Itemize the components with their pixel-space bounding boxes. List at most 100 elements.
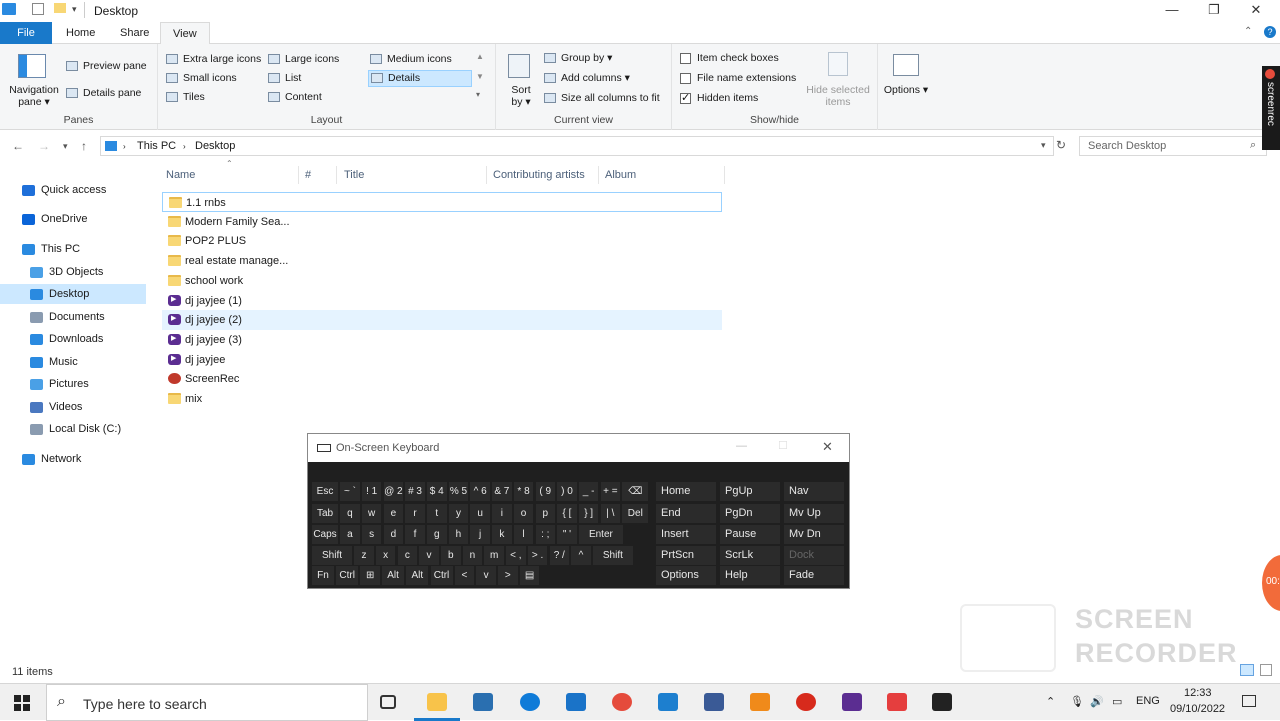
item-check-boxes-toggle[interactable]: Item check boxes xyxy=(680,52,779,64)
taskbar-search-input[interactable]: Type here to search xyxy=(83,696,207,712)
nav-item-documents[interactable]: Documents xyxy=(0,307,146,327)
osk-key[interactable]: Enter xyxy=(578,525,623,544)
osk-nav-key[interactable]: Help xyxy=(720,566,780,585)
preview-pane-button[interactable]: Preview pane xyxy=(66,60,147,72)
layout-scroll-down-icon[interactable]: ▼ xyxy=(476,72,484,81)
osk-key[interactable]: ! 1 xyxy=(361,482,382,501)
options-button[interactable]: Options ▾ xyxy=(882,84,930,96)
vlc-icon[interactable] xyxy=(750,693,770,711)
file-row[interactable]: dj jayjee (1) xyxy=(162,290,722,311)
extra-large-icons-option[interactable]: Extra large icons xyxy=(166,53,261,65)
osk-key[interactable]: s xyxy=(361,525,382,544)
osk-key[interactable]: $ 4 xyxy=(427,482,447,501)
osk-key[interactable]: & 7 xyxy=(492,482,512,501)
details-view-icon[interactable] xyxy=(1240,664,1254,676)
column-title[interactable]: Title xyxy=(344,169,364,181)
osk-key[interactable]: h xyxy=(448,525,469,544)
add-columns-button[interactable]: Add columns ▾ xyxy=(544,72,630,84)
osk-nav-key[interactable]: Dock xyxy=(784,546,844,565)
terminal-icon[interactable] xyxy=(932,693,952,711)
osk-key[interactable]: e xyxy=(383,504,404,523)
osk-key[interactable]: % 5 xyxy=(448,482,469,501)
tab-share[interactable]: Share xyxy=(108,22,161,44)
clock-time[interactable]: 12:33 xyxy=(1184,687,1212,699)
osk-key[interactable]: i xyxy=(492,504,512,523)
osk-close-button[interactable]: ✕ xyxy=(822,439,833,455)
osk-nav-key[interactable]: Home xyxy=(656,482,716,501)
search-box[interactable]: Search Desktop ⌕ xyxy=(1079,136,1267,156)
crumb-separator-icon[interactable]: › xyxy=(123,142,126,151)
osk-nav-key[interactable]: Options xyxy=(656,566,716,585)
vscode-icon[interactable] xyxy=(658,693,678,711)
osk-key[interactable]: < xyxy=(454,566,475,585)
file-name-extensions-toggle[interactable]: File name extensions xyxy=(680,72,796,84)
options-icon[interactable] xyxy=(893,54,919,76)
osk-key[interactable]: * 8 xyxy=(513,482,534,501)
file-row[interactable]: POP2 PLUS xyxy=(162,231,722,251)
screenrec-app-icon[interactable] xyxy=(796,693,816,711)
osk-key[interactable]: y xyxy=(448,504,469,523)
restore-button[interactable]: ❐ xyxy=(1192,0,1236,22)
hide-selected-items-button[interactable]: Hide selected items xyxy=(802,84,874,108)
layout-expand-icon[interactable]: ▾ xyxy=(476,90,480,99)
osk-key[interactable]: w xyxy=(361,504,382,523)
osk-key[interactable]: g xyxy=(427,525,447,544)
nav-item-3d-objects[interactable]: 3D Objects xyxy=(0,262,146,282)
osk-key[interactable]: + = xyxy=(600,482,621,501)
file-row[interactable]: school work xyxy=(162,271,722,291)
osk-key[interactable]: ~ ` xyxy=(340,482,360,501)
osk-key[interactable]: j xyxy=(470,525,490,544)
osk-key[interactable]: _ - xyxy=(578,482,599,501)
osk-key[interactable]: d xyxy=(383,525,404,544)
file-name-extensions-checkbox[interactable] xyxy=(680,72,691,84)
large-icons-view-icon[interactable] xyxy=(1260,664,1272,676)
osk-key[interactable]: : ; xyxy=(535,525,555,544)
column-divider[interactable] xyxy=(724,166,725,184)
close-button[interactable]: ✕ xyxy=(1234,0,1278,22)
address-dropdown-icon[interactable]: ▾ xyxy=(1041,140,1046,151)
osk-key[interactable]: @ 2 xyxy=(383,482,404,501)
store-icon[interactable] xyxy=(473,693,493,711)
back-icon[interactable]: ← xyxy=(12,139,24,153)
sort-by-button[interactable]: Sort by ▾ xyxy=(508,84,534,108)
osk-key[interactable]: ⊞ xyxy=(360,566,380,585)
recent-locations-icon[interactable]: ▾ xyxy=(63,141,68,152)
quick-access-dropdown-icon[interactable]: ▾ xyxy=(72,4,77,15)
osk-nav-key[interactable]: PgUp xyxy=(720,482,780,501)
file-row[interactable]: mix xyxy=(162,389,722,409)
osk-key[interactable]: Shift xyxy=(592,546,633,565)
osk-key[interactable]: | \ xyxy=(600,504,621,523)
osk-nav-key[interactable]: Mv Dn xyxy=(784,525,844,544)
collapse-ribbon-icon[interactable]: ⌃ xyxy=(1244,26,1252,37)
chrome-icon[interactable] xyxy=(612,693,632,711)
size-all-columns-button[interactable]: Size all columns to fit xyxy=(544,92,660,104)
large-icons-option[interactable]: Large icons xyxy=(268,53,339,65)
osk-key[interactable]: Tab xyxy=(312,504,338,523)
osk-key[interactable]: ▤ xyxy=(519,566,540,585)
osk-key[interactable]: " ' xyxy=(557,525,577,544)
osk-key[interactable]: ^ xyxy=(571,546,591,565)
edge-icon[interactable] xyxy=(520,693,540,711)
file-row[interactable]: Modern Family Sea... xyxy=(162,212,722,232)
osk-nav-key[interactable]: Mv Up xyxy=(784,504,844,523)
osk-key[interactable]: ? / xyxy=(549,546,569,565)
group-by-button[interactable]: Group by ▾ xyxy=(544,52,612,64)
file-row[interactable]: dj jayjee (3) xyxy=(162,329,722,350)
osk-key[interactable]: } ] xyxy=(578,504,599,523)
mail-icon[interactable] xyxy=(566,693,586,711)
osk-nav-key[interactable]: ScrLk xyxy=(720,546,780,565)
osk-key[interactable]: Fn xyxy=(312,566,334,585)
nav-item-pictures[interactable]: Pictures xyxy=(0,374,146,394)
start-button[interactable] xyxy=(14,695,30,711)
osk-key[interactable]: > . xyxy=(527,546,548,565)
osk-key[interactable]: ⌫ xyxy=(622,482,649,501)
taskbar-search[interactable]: ⌕ Type here to search xyxy=(46,684,368,721)
notifications-icon[interactable] xyxy=(1242,695,1256,707)
navigation-pane-icon[interactable] xyxy=(18,54,46,78)
osk-key[interactable]: z xyxy=(354,546,374,565)
layout-scroll-up-icon[interactable]: ▲ xyxy=(476,52,484,61)
medium-icons-option[interactable]: Medium icons xyxy=(370,53,452,65)
osk-key[interactable]: ^ 6 xyxy=(470,482,490,501)
minimize-button[interactable]: — xyxy=(1150,0,1194,22)
column-name[interactable]: Name xyxy=(166,169,195,181)
